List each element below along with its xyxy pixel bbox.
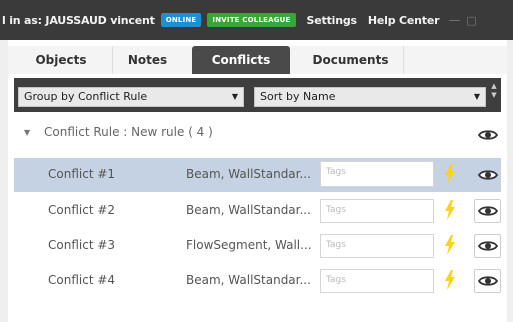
- conflict-name: Conflict #3: [48, 238, 116, 252]
- conflict-elements: FlowSegment, Wall...: [186, 238, 312, 252]
- top-bar: l in as: JAUSSAUD vincent ONLINE INVITE …: [0, 0, 513, 40]
- visibility-toggle-button[interactable]: [474, 269, 501, 293]
- chevron-up-icon[interactable]: ▲: [491, 82, 496, 90]
- collapse-caret-icon[interactable]: ▼: [24, 128, 30, 137]
- sort-order-stepper[interactable]: ▲ ▼: [489, 82, 499, 108]
- tab-objects[interactable]: Objects: [26, 46, 96, 74]
- visibility-toggle-button[interactable]: [474, 234, 501, 258]
- chevron-down-icon: ▼: [473, 92, 480, 101]
- sort-by-value: Sort by Name: [260, 90, 336, 103]
- visibility-toggle-button[interactable]: [474, 163, 501, 187]
- conflict-row[interactable]: Conflict #3 FlowSegment, Wall... Tags: [14, 229, 501, 263]
- group-label: Conflict Rule : New rule ( 4 ): [44, 125, 213, 139]
- conflict-elements: Beam, WallStandar...: [186, 273, 311, 287]
- eye-icon: [477, 206, 498, 216]
- invite-colleague-button[interactable]: INVITE COLLEAGUE: [207, 13, 296, 27]
- eye-icon: [477, 170, 498, 180]
- tags-input[interactable]: Tags: [320, 161, 434, 187]
- conflict-row[interactable]: Conflict #4 Beam, WallStandar... Tags: [14, 264, 501, 298]
- maximize-icon[interactable]: □: [466, 14, 476, 27]
- conflict-name: Conflict #1: [48, 167, 116, 181]
- lightning-bolt-icon: [445, 235, 455, 255]
- group-visibility-toggle[interactable]: [474, 123, 501, 147]
- eye-icon: [477, 241, 498, 251]
- conflicts-toolbar: Group by Conflict Rule ▼ Sort by Name ▼ …: [14, 78, 501, 112]
- conflict-row[interactable]: Conflict #1 Beam, WallStandar... Tags: [14, 158, 501, 192]
- eye-icon: [477, 276, 498, 286]
- chevron-down-icon[interactable]: ▼: [491, 91, 496, 99]
- chevron-down-icon: ▼: [231, 92, 238, 101]
- tab-documents[interactable]: Documents: [298, 46, 404, 74]
- group-by-select[interactable]: Group by Conflict Rule ▼: [18, 87, 244, 107]
- tab-conflicts[interactable]: Conflicts: [192, 46, 290, 74]
- conflict-row[interactable]: Conflict #2 Beam, WallStandar... Tags: [14, 194, 501, 228]
- conflict-elements: Beam, WallStandar...: [186, 203, 311, 217]
- tags-input[interactable]: Tags: [320, 199, 434, 223]
- conflict-elements: Beam, WallStandar...: [186, 167, 311, 181]
- panel-frame-left: [0, 40, 8, 322]
- online-status-badge: ONLINE: [160, 13, 202, 27]
- settings-link[interactable]: Settings: [307, 14, 358, 27]
- eye-icon: [477, 130, 498, 140]
- panel-frame-right: [507, 40, 513, 322]
- sort-by-select[interactable]: Sort by Name ▼: [254, 87, 486, 107]
- conflict-name: Conflict #4: [48, 273, 116, 287]
- tab-bar: Objects Notes Conflicts Documents: [8, 46, 507, 74]
- logged-in-user: l in as: JAUSSAUD vincent: [2, 13, 155, 27]
- lightning-bolt-icon: [445, 164, 455, 184]
- minimize-icon[interactable]: —: [448, 13, 460, 27]
- tab-notes[interactable]: Notes: [112, 46, 182, 74]
- tags-input[interactable]: Tags: [320, 234, 434, 258]
- group-by-value: Group by Conflict Rule: [24, 90, 148, 103]
- conflict-name: Conflict #2: [48, 203, 116, 217]
- help-center-link[interactable]: Help Center: [368, 14, 440, 27]
- conflict-rule-group[interactable]: ▼ Conflict Rule : New rule ( 4 ): [14, 118, 501, 152]
- lightning-bolt-icon: [445, 270, 455, 290]
- visibility-toggle-button[interactable]: [474, 199, 501, 223]
- lightning-bolt-icon: [445, 200, 455, 220]
- tags-input[interactable]: Tags: [320, 269, 434, 293]
